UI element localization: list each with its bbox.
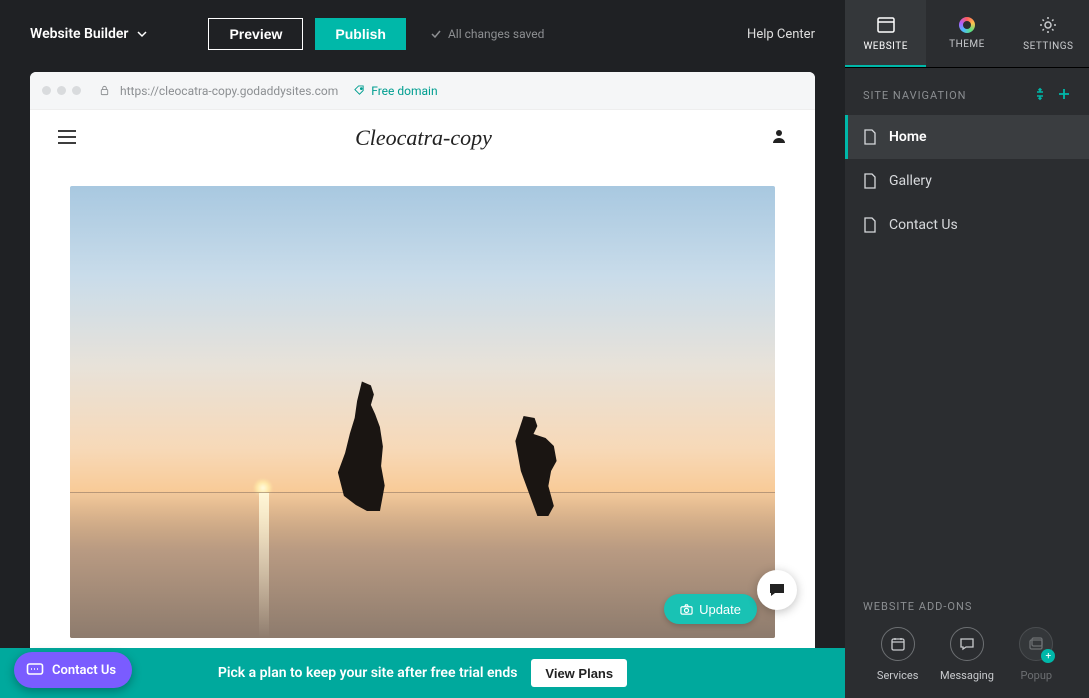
- addon-messaging[interactable]: Messaging: [932, 627, 1001, 682]
- page-icon: [863, 217, 877, 233]
- trial-message: Pick a plan to keep your site after free…: [218, 665, 518, 681]
- brand-dropdown[interactable]: Website Builder: [30, 26, 148, 42]
- nav-item-label: Gallery: [889, 173, 932, 189]
- addon-label: Popup: [1021, 669, 1053, 682]
- nav-item-gallery[interactable]: Gallery: [845, 159, 1089, 203]
- addon-popup[interactable]: + Popup: [1002, 627, 1071, 682]
- chevron-down-icon: [136, 28, 148, 40]
- plus-badge-icon: +: [1041, 649, 1055, 663]
- reorder-icon[interactable]: [1033, 86, 1047, 105]
- sidebar-tabs: WEBSITE THEME SETTINGS: [845, 0, 1089, 68]
- camera-icon: [680, 603, 693, 616]
- lock-icon: [99, 85, 110, 96]
- browser-icon: [876, 15, 896, 35]
- addon-label: Messaging: [940, 669, 994, 682]
- canvas-wrap: https://cleocatra-copy.godaddysites.com …: [0, 68, 845, 698]
- update-cover-button[interactable]: Update: [664, 594, 757, 624]
- nav-item-label: Contact Us: [889, 217, 958, 233]
- tab-website-label: WEBSITE: [863, 41, 907, 52]
- save-status: All changes saved: [430, 27, 544, 41]
- contact-us-pill[interactable]: Contact Us: [14, 652, 132, 688]
- publish-button[interactable]: Publish: [315, 18, 406, 50]
- chat-icon: [26, 661, 44, 679]
- nav-list: Home Gallery Contact Us: [845, 115, 1089, 247]
- messaging-icon: [959, 636, 975, 652]
- help-center-link[interactable]: Help Center: [747, 27, 815, 42]
- address-bar: https://cleocatra-copy.godaddysites.com …: [30, 72, 815, 110]
- calendar-icon: [890, 636, 906, 652]
- contact-us-label: Contact Us: [52, 663, 116, 678]
- site-navigation-header: SITE NAVIGATION: [845, 68, 1089, 115]
- hamburger-icon[interactable]: [58, 129, 76, 148]
- theme-icon: [959, 17, 975, 33]
- page-icon: [863, 173, 877, 189]
- top-bar: Website Builder Preview Publish All chan…: [0, 0, 845, 68]
- free-domain-link[interactable]: Free domain: [371, 84, 437, 98]
- gear-icon: [1038, 15, 1058, 35]
- addon-services[interactable]: Services: [863, 627, 932, 682]
- nav-item-contact-us[interactable]: Contact Us: [845, 203, 1089, 247]
- nav-item-home[interactable]: Home: [845, 115, 1089, 159]
- url-text: https://cleocatra-copy.godaddysites.com: [120, 84, 338, 98]
- addons-title: WEBSITE ADD-ONS: [863, 600, 1071, 613]
- update-label: Update: [699, 602, 741, 617]
- addons-section: WEBSITE ADD-ONS Services Messaging + Pop…: [845, 600, 1089, 698]
- view-plans-button[interactable]: View Plans: [531, 659, 627, 687]
- tab-theme-label: THEME: [949, 39, 985, 50]
- popup-icon: [1028, 636, 1044, 652]
- add-page-icon[interactable]: [1057, 86, 1071, 105]
- main-area: Website Builder Preview Publish All chan…: [0, 0, 845, 698]
- right-sidebar: WEBSITE THEME SETTINGS SITE NAVIGATION: [845, 0, 1089, 698]
- brand-label: Website Builder: [30, 26, 128, 42]
- hero-image[interactable]: Update: [70, 186, 775, 638]
- check-icon: [430, 28, 442, 40]
- page-icon: [863, 129, 877, 145]
- addon-label: Services: [877, 669, 918, 682]
- save-status-text: All changes saved: [448, 27, 544, 41]
- site-page: Cleocatra-copy: [30, 110, 815, 698]
- site-logo-text: Cleocatra-copy: [76, 125, 771, 151]
- tab-theme[interactable]: THEME: [926, 0, 1007, 67]
- tab-settings[interactable]: SETTINGS: [1008, 0, 1089, 67]
- site-navigation-title: SITE NAVIGATION: [863, 89, 1023, 102]
- account-icon[interactable]: [771, 128, 787, 148]
- preview-browser: https://cleocatra-copy.godaddysites.com …: [30, 72, 815, 698]
- traffic-lights: [42, 86, 81, 95]
- nav-item-label: Home: [889, 129, 927, 145]
- tag-icon: [354, 85, 365, 96]
- preview-button[interactable]: Preview: [208, 18, 303, 50]
- tab-settings-label: SETTINGS: [1023, 41, 1073, 52]
- tab-website[interactable]: WEBSITE: [845, 0, 926, 67]
- chat-widget-button[interactable]: [757, 570, 797, 610]
- site-header: Cleocatra-copy: [30, 110, 815, 166]
